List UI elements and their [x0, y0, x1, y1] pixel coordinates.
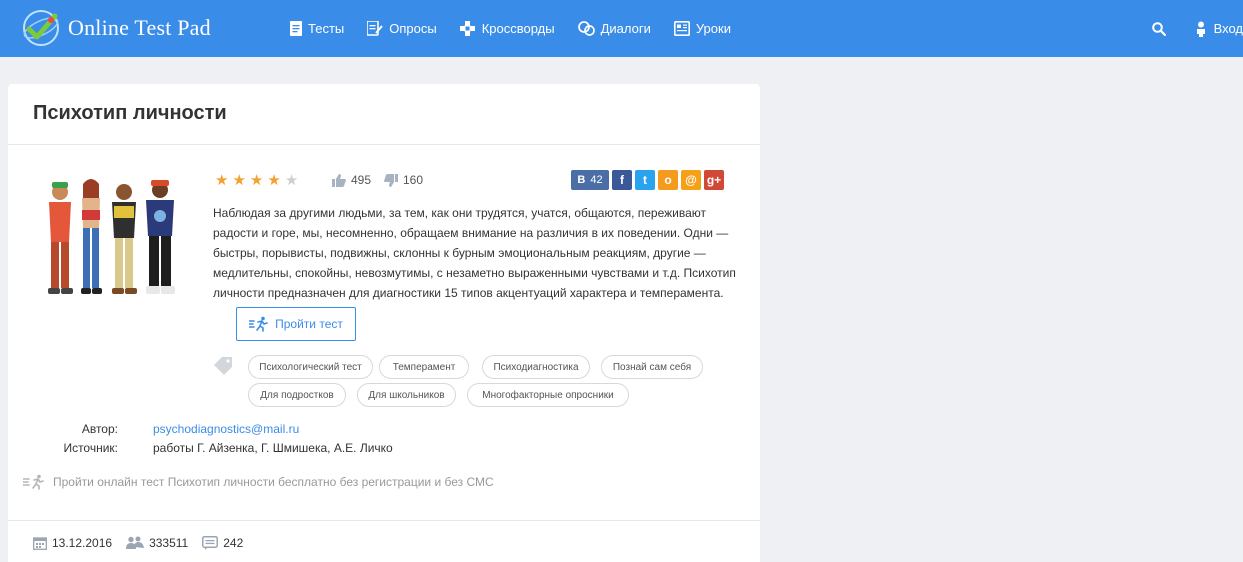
like-count: 495 [351, 173, 372, 187]
vk-share-count: 42 [590, 174, 603, 186]
login-label: Вход [1213, 21, 1243, 36]
running-man-icon [249, 316, 268, 332]
share-googleplus-button[interactable]: g+ [704, 170, 724, 190]
nav-crosswords-label: Кроссворды [481, 21, 555, 36]
stat-comments[interactable]: 242 [202, 536, 243, 550]
site-logo[interactable]: Online Test Pad [20, 6, 211, 50]
share-odnoklassniki-button[interactable]: о [658, 170, 678, 190]
share-vk-button[interactable]: В 42 [571, 170, 609, 190]
star-icon[interactable]: ★ [250, 173, 263, 189]
source-label: Источник: [63, 441, 118, 455]
dialog-icon [577, 21, 595, 36]
share-twitter-button[interactable]: t [635, 170, 655, 190]
source-value: работы Г. Айзенка, Г. Шмишека, А.Е. Личк… [153, 441, 393, 455]
nav-crosswords[interactable]: Кроссворды [459, 20, 555, 37]
top-navbar: Online Test Pad Тесты Опросы Кроссворды … [0, 0, 1243, 57]
footer-divider [8, 520, 760, 521]
test-description: Наблюдая за другими людьми, за тем, как … [213, 206, 736, 300]
star-icon[interactable]: ★ [232, 173, 245, 189]
crossword-icon [459, 20, 475, 36]
nav-lessons[interactable]: Уроки [673, 21, 731, 36]
nav-lessons-label: Уроки [695, 21, 731, 36]
tag-item[interactable]: Психологический тест [248, 355, 373, 379]
users-icon [126, 536, 145, 549]
header-actions: Вход [1151, 0, 1243, 57]
vk-icon: В [577, 174, 586, 186]
odnoklassniki-icon: о [664, 173, 672, 187]
take-test-button[interactable]: Пройти тест [236, 307, 356, 341]
promo-text: Пройти онлайн тест Психотип личности бес… [53, 475, 494, 489]
survey-icon [367, 21, 384, 36]
star-empty-icon[interactable]: ★ [285, 173, 298, 189]
tag-item[interactable]: Для подростков [248, 383, 346, 407]
star-icon[interactable]: ★ [267, 173, 280, 189]
logo-icon [20, 8, 62, 48]
page-title: Психотип личности [33, 102, 227, 124]
tag-item[interactable]: Для школьников [357, 383, 456, 407]
share-buttons: В 42 f t о @ g+ [568, 170, 724, 190]
star-icon[interactable]: ★ [215, 173, 228, 189]
search-button[interactable] [1151, 21, 1166, 36]
nav-tests[interactable]: Тесты [290, 21, 344, 36]
stat-comments-value: 242 [223, 536, 244, 550]
stat-participants: 333511 [126, 536, 188, 550]
promo-line: Пройти онлайн тест Психотип личности бес… [23, 474, 494, 490]
lessons-icon [673, 21, 690, 36]
nav-dialogs-label: Диалоги [600, 21, 651, 36]
tag-item[interactable]: Темперамент [379, 355, 469, 379]
test-illustration [36, 176, 186, 304]
test-stats: 13.12.2016 333511 242 [33, 536, 257, 550]
twitter-icon: t [643, 173, 647, 187]
rating-stars[interactable]: ★ ★ ★ ★ ★ [215, 173, 302, 189]
nav-dialogs[interactable]: Диалоги [577, 21, 651, 36]
author-label: Автор: [81, 422, 118, 436]
share-facebook-button[interactable]: f [612, 170, 632, 190]
stat-participants-value: 333511 [149, 536, 189, 550]
facebook-icon: f [620, 173, 624, 187]
nav-surveys-label: Опросы [389, 21, 437, 36]
stat-date: 13.12.2016 [33, 536, 112, 550]
stat-date-value: 13.12.2016 [52, 536, 113, 550]
main-nav: Тесты Опросы Кроссворды Диалоги Уроки [290, 0, 754, 57]
tag-item[interactable]: Многофакторные опросники [467, 383, 629, 407]
dislike-button[interactable]: 160 [384, 173, 423, 187]
author-link[interactable]: psychodiagnostics@mail.ru [153, 422, 299, 436]
thumbs-up-icon [332, 173, 346, 187]
search-icon [1151, 21, 1166, 36]
like-button[interactable]: 495 [332, 173, 371, 187]
comment-icon [202, 536, 219, 550]
document-icon [290, 21, 302, 36]
calendar-icon [33, 537, 47, 550]
thumbs-down-icon [384, 173, 398, 187]
mailru-icon: @ [685, 173, 697, 187]
googleplus-icon: g+ [706, 173, 722, 187]
tag-item[interactable]: Психодиагностика [482, 355, 590, 379]
user-icon [1196, 21, 1205, 37]
nav-surveys[interactable]: Опросы [367, 21, 437, 36]
share-mailru-button[interactable]: @ [681, 170, 701, 190]
dislike-count: 160 [403, 173, 424, 187]
tag-item[interactable]: Познай сам себя [601, 355, 703, 379]
test-card: Психотип личности ★ ★ ★ ★ ★ 495 160 В 42… [8, 84, 760, 562]
running-man-icon [23, 474, 44, 490]
nav-tests-label: Тесты [308, 21, 345, 36]
login-button[interactable]: Вход [1196, 21, 1243, 37]
tag-icon [214, 357, 234, 380]
take-test-label: Пройти тест [275, 317, 343, 331]
logo-text: Online Test Pad [68, 15, 211, 40]
title-divider [8, 144, 760, 145]
